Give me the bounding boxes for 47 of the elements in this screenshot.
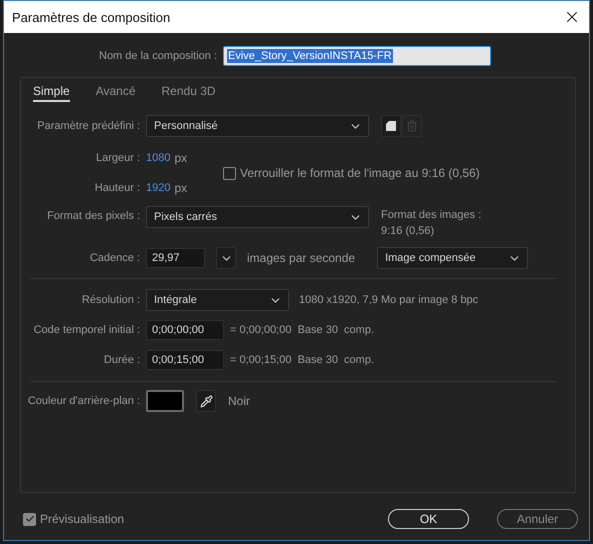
checkbox-label: Verrouiller le format de l'image au 9:16 (0,56) xyxy=(240,166,480,180)
eyedropper-button[interactable] xyxy=(196,390,216,412)
field-label: Nom de la composition : xyxy=(98,50,218,62)
info-text: = 0;00;00;00 Base 30 comp. xyxy=(230,324,374,336)
frame-rate-field[interactable]: 29,97 xyxy=(146,248,205,268)
timecode-field[interactable]: 0;00;00;00 xyxy=(146,320,224,340)
preview-checkbox[interactable] xyxy=(23,512,36,526)
field-label: Hauteur : xyxy=(94,182,141,194)
info-text: Format des images : xyxy=(381,209,482,221)
field-label: Code temporel initial : xyxy=(32,324,141,336)
info-text: = 0;00;15;00 Base 30 comp. xyxy=(230,354,374,366)
field-label: Cadence : xyxy=(88,252,141,264)
tab[interactable]: Rendu 3D xyxy=(162,84,216,102)
page-icon xyxy=(385,120,397,132)
check-icon xyxy=(24,514,34,524)
dimension-value[interactable]: 1920 xyxy=(146,182,170,194)
info-text: 1080 x1920, 7,9 Mo par image 8 bpc xyxy=(299,294,478,306)
field-label: Résolution : xyxy=(80,294,141,306)
dialog-button[interactable]: Annuler xyxy=(497,509,578,529)
window-title: Paramètres de composition xyxy=(12,10,170,24)
frame-blending-dropdown[interactable]: Image compensée xyxy=(377,247,528,269)
lock-aspect-checkbox[interactable] xyxy=(223,166,236,180)
tab[interactable]: Simple xyxy=(33,84,70,102)
color-name: Noir xyxy=(228,394,250,408)
composition-name-field[interactable]: Evive_Story_VersionINSTA15-FR xyxy=(223,46,491,66)
unit-label: px xyxy=(174,151,188,165)
unit-label: images par seconde xyxy=(247,251,356,265)
dimension-value[interactable]: 1080 xyxy=(146,152,170,164)
tab[interactable]: Avancé xyxy=(96,84,136,102)
pixel-aspect-dropdown[interactable]: Pixels carrés xyxy=(146,206,369,228)
preset-dropdown[interactable]: Personnalisé xyxy=(146,115,369,137)
save-preset-button[interactable] xyxy=(381,115,401,137)
field-label: Paramètre prédéfini : xyxy=(36,120,141,132)
resolution-dropdown[interactable]: Intégrale xyxy=(146,289,289,311)
unit-label: px xyxy=(174,181,188,195)
trash-icon xyxy=(406,120,418,132)
info-text: 9:16 (0,56) xyxy=(381,225,436,237)
timecode-field[interactable]: 0;00;15;00 xyxy=(146,350,224,370)
eyedropper-icon xyxy=(200,394,212,408)
field-label: Durée : xyxy=(102,354,141,366)
field-label: Largeur : xyxy=(94,152,141,164)
dialog-button[interactable]: OK xyxy=(388,509,469,529)
field-label: Couleur d'arrière-plan : xyxy=(30,395,141,407)
checkbox-label: Prévisualisation xyxy=(40,512,124,526)
frame-rate-menu-button[interactable] xyxy=(216,247,236,269)
field-label: Format des pixels : xyxy=(46,210,141,222)
color-swatch[interactable] xyxy=(146,390,184,412)
